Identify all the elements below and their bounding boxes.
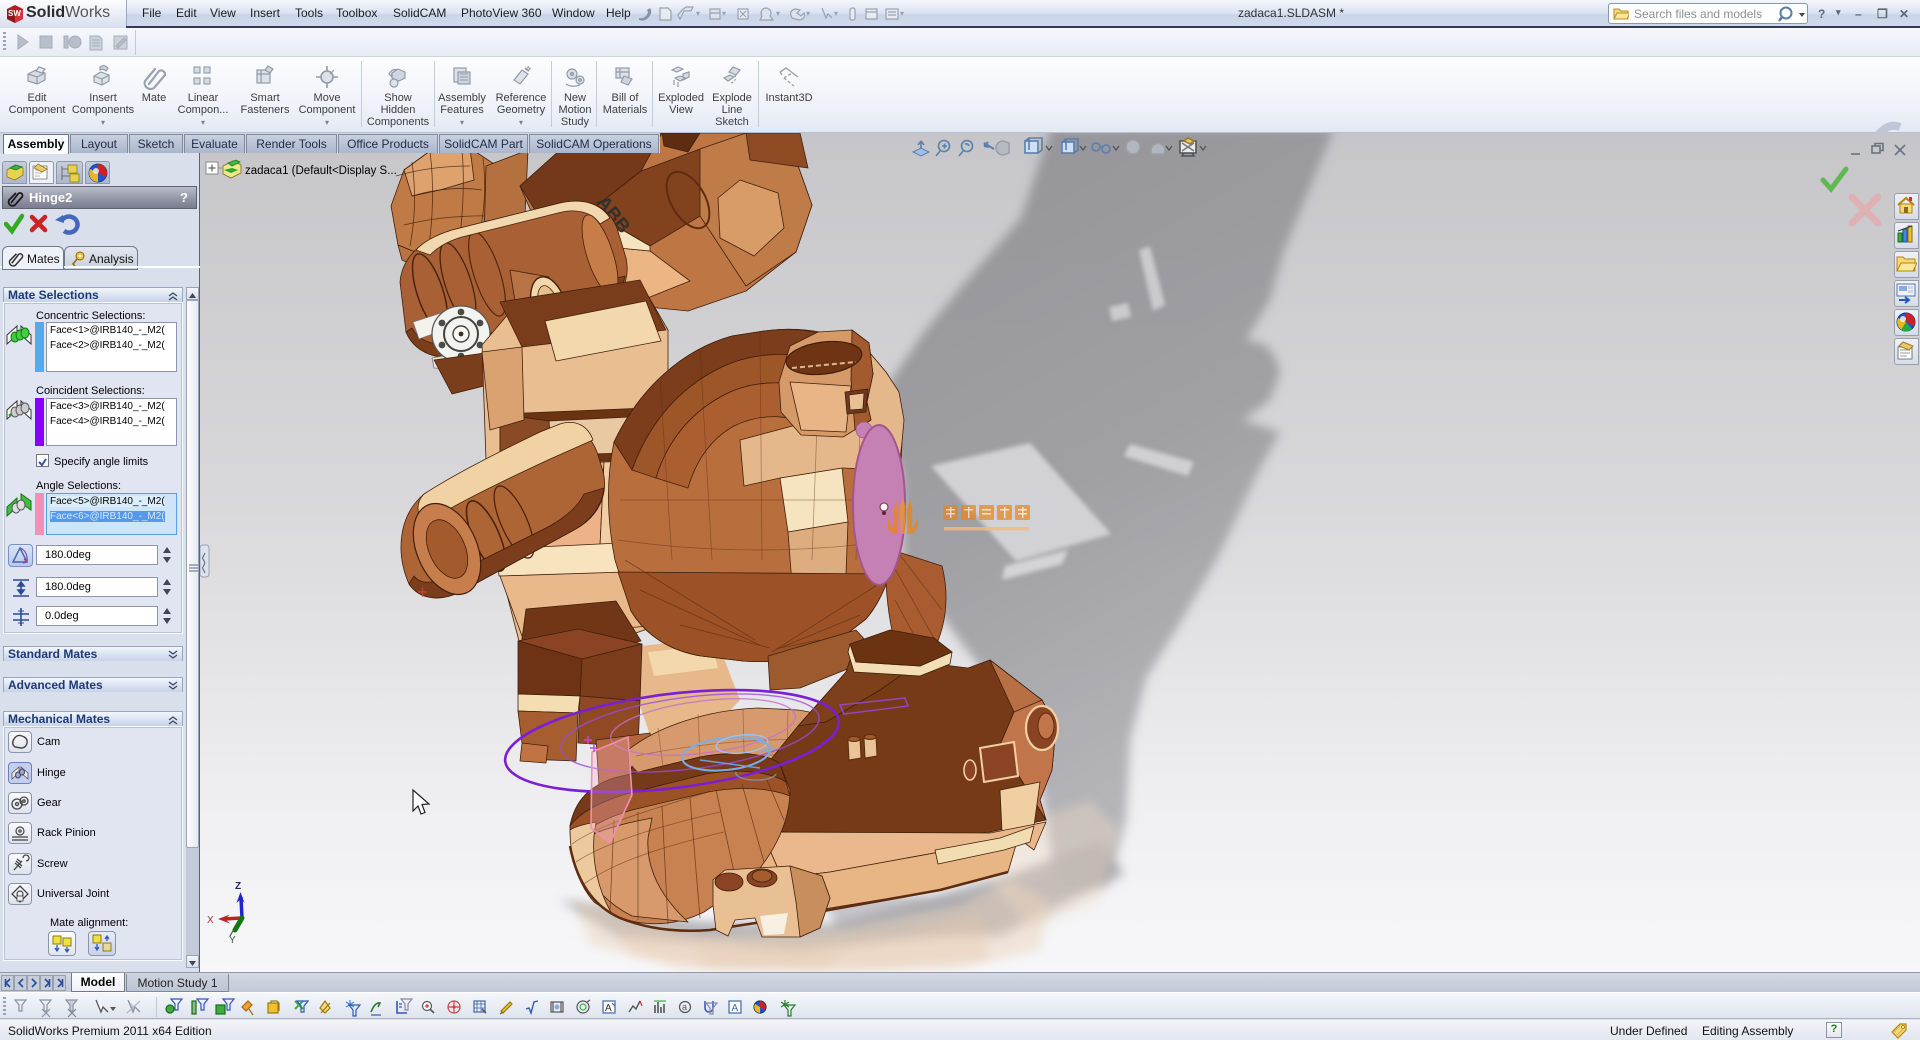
svg-text:zadaca1 (Default<Display S...: zadaca1 (Default<Display S... [245,165,397,177]
svg-text:▾: ▾ [722,9,726,18]
svg-text:X: X [207,915,214,926]
svg-text:A: A [605,1003,612,1014]
svg-text:▾: ▾ [834,9,838,18]
svg-text:Y: Y [229,935,236,946]
svg-text:▾: ▾ [696,9,700,18]
svg-text:▾: ▾ [776,9,780,18]
svg-text:A: A [732,1003,739,1014]
svg-text:▾: ▾ [900,9,904,18]
svg-text:a: a [682,1002,687,1012]
svg-text:▾: ▾ [806,9,810,18]
svg-text:Z: Z [235,881,241,892]
svg-text:SW: SW [8,9,21,18]
